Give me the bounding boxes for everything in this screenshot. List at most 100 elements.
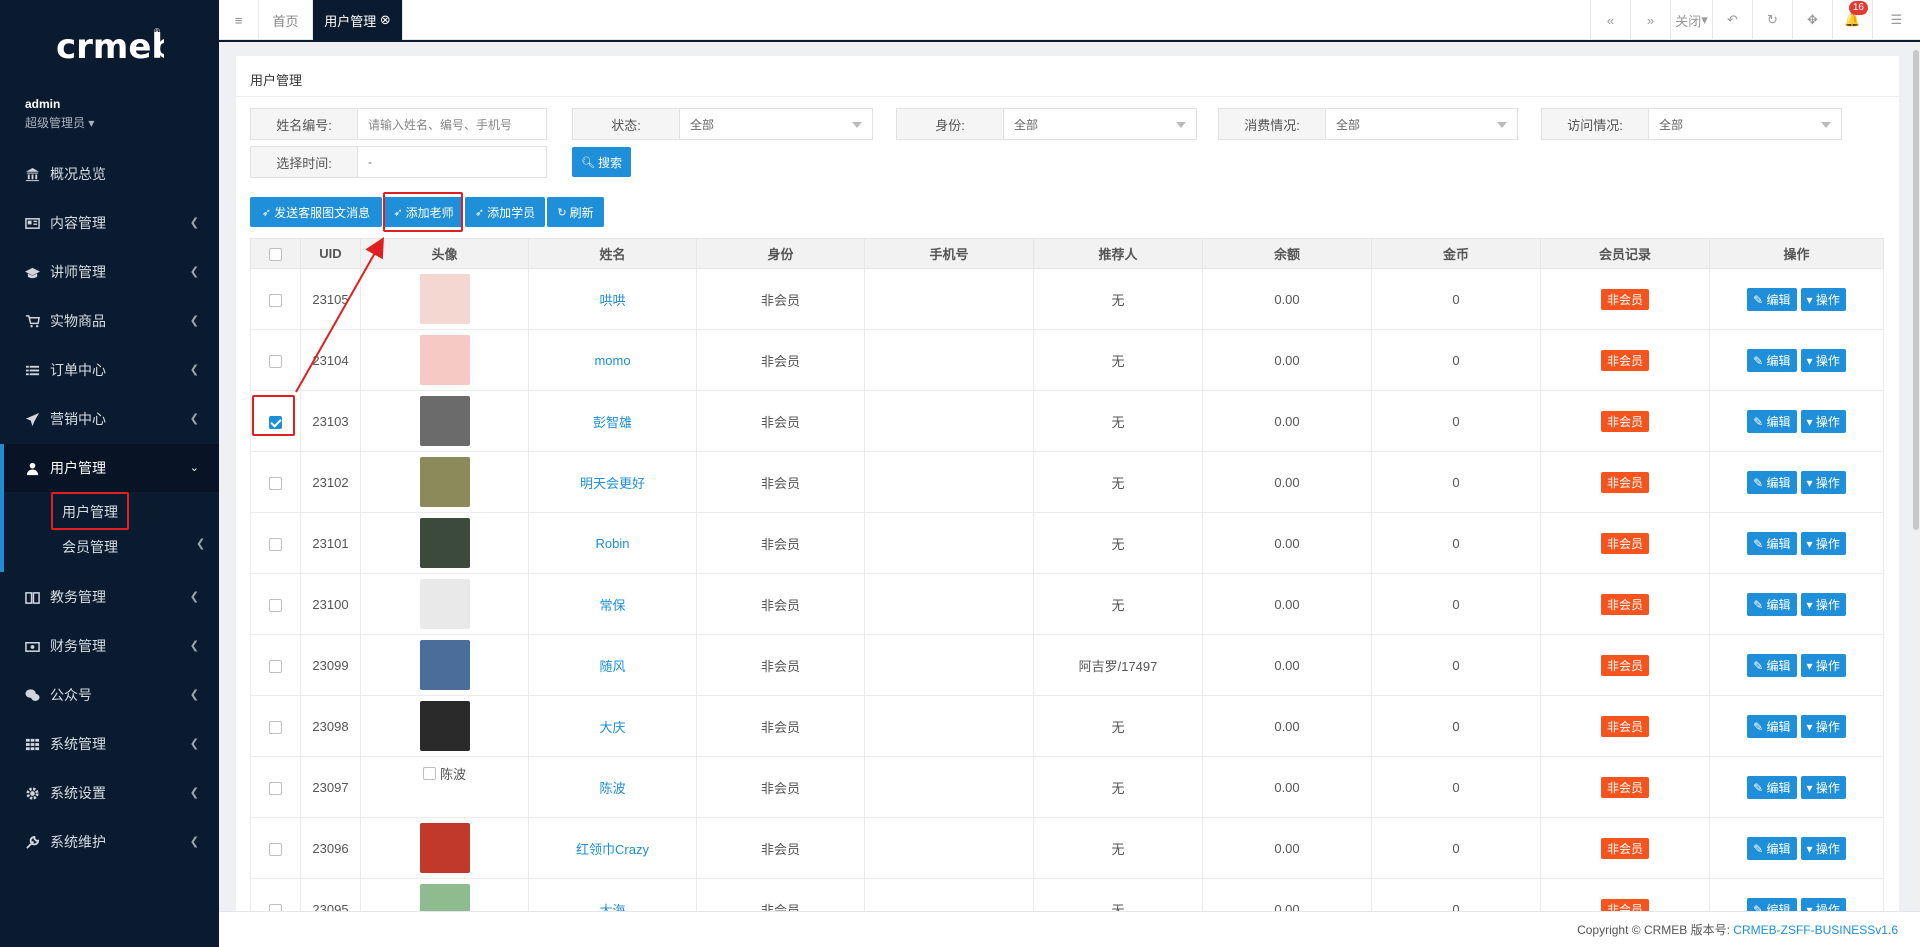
sidebar-item-goods[interactable]: 实物商品 ❮	[0, 297, 219, 345]
send-message-button[interactable]: ➶ 发送客服图文消息	[250, 197, 382, 227]
sidebar-item-content[interactable]: 内容管理 ❮	[0, 199, 219, 247]
edit-button[interactable]: ✎ 编辑	[1747, 653, 1797, 677]
refresh-icon: ↻	[557, 206, 567, 219]
identity-cell: 非会员	[696, 695, 865, 757]
select-cell[interactable]	[250, 634, 301, 696]
select-all-checkbox[interactable]	[269, 248, 282, 262]
sidebar-item-settings[interactable]: 系统设置 ❮	[0, 769, 219, 817]
time-range-input[interactable]: -	[358, 146, 547, 178]
sidebar-item-system-manage[interactable]: 系统管理 ❮	[0, 720, 219, 768]
referrer-cell: 无	[1033, 573, 1203, 635]
user-role-dropdown[interactable]: 超级管理员 ▾	[25, 114, 94, 131]
row-checkbox[interactable]	[269, 537, 282, 551]
select-cell[interactable]	[250, 573, 301, 635]
refresh-button[interactable]: ↻ 刷新	[547, 197, 604, 227]
consume-select[interactable]: 全部	[1326, 108, 1518, 140]
menu-toggle-icon[interactable]: ≡	[219, 0, 259, 40]
row-checkbox[interactable]	[269, 842, 282, 856]
name-link[interactable]: momo	[528, 329, 697, 391]
edit-button[interactable]: ✎ 编辑	[1747, 531, 1797, 555]
visit-select[interactable]: 全部	[1649, 108, 1842, 140]
edit-button[interactable]: ✎ 编辑	[1747, 836, 1797, 860]
name-link[interactable]: 陈波	[528, 756, 697, 818]
row-checkbox[interactable]	[269, 659, 282, 673]
refresh-icon[interactable]: ↻	[1752, 0, 1792, 40]
edit-button[interactable]: ✎ 编辑	[1747, 470, 1797, 494]
edit-button[interactable]: ✎ 编辑	[1747, 592, 1797, 616]
action-dropdown-button[interactable]: ▾ 操作	[1800, 775, 1846, 799]
name-link[interactable]: 常保	[528, 573, 697, 635]
close-tab-icon[interactable]: ⊗	[380, 12, 391, 28]
select-cell[interactable]	[250, 695, 301, 757]
action-dropdown-button[interactable]: ▾ 操作	[1800, 714, 1846, 738]
row-checkbox[interactable]	[269, 354, 282, 368]
select-cell[interactable]	[250, 817, 301, 879]
scroll-right-icon[interactable]: »	[1630, 0, 1670, 40]
tab-label: 首页	[272, 13, 299, 29]
sidebar-item-finance[interactable]: 财务管理 ❮	[0, 622, 219, 670]
name-link[interactable]: Robin	[528, 512, 697, 574]
action-dropdown-button[interactable]: ▾ 操作	[1800, 592, 1846, 616]
action-dropdown-button[interactable]: ▾ 操作	[1800, 836, 1846, 860]
select-cell[interactable]	[250, 512, 301, 574]
actions-cell: ✎ 编辑 ▾ 操作	[1709, 695, 1884, 757]
select-cell[interactable]	[250, 329, 301, 391]
fullscreen-icon[interactable]: ✥	[1792, 0, 1832, 40]
name-link[interactable]: 彭智雄	[528, 390, 697, 452]
sidebar-item-users[interactable]: 用户管理 ⌄	[0, 444, 219, 492]
status-select[interactable]: 全部	[680, 108, 873, 140]
sidebar-item-teachers[interactable]: 讲师管理 ❮	[0, 248, 219, 296]
identity-select[interactable]: 全部	[1004, 108, 1197, 140]
sidebar-item-wechat[interactable]: 公众号 ❮	[0, 671, 219, 719]
select-cell[interactable]	[250, 756, 301, 818]
member-status-badge: 非会员	[1600, 715, 1649, 737]
select-all-cell[interactable]	[250, 238, 301, 269]
settings-menu-icon[interactable]: ☰	[1872, 0, 1920, 40]
tab-home[interactable]: 首页	[259, 0, 313, 40]
notification-bell-icon[interactable]: 🔔 16	[1832, 0, 1872, 40]
action-dropdown-button[interactable]: ▾ 操作	[1800, 409, 1846, 433]
consume-filter-label: 消费情况:	[1218, 108, 1326, 140]
name-link[interactable]: 哄哄	[528, 268, 697, 330]
edit-button[interactable]: ✎ 编辑	[1747, 714, 1797, 738]
name-link[interactable]: 随风	[528, 634, 697, 696]
scroll-left-icon[interactable]: «	[1590, 0, 1630, 40]
name-search-input[interactable]: 请输入姓名、编号、手机号	[358, 108, 547, 140]
back-icon[interactable]: ↶	[1712, 0, 1752, 40]
select-cell[interactable]	[250, 268, 301, 330]
row-checkbox[interactable]	[269, 781, 282, 795]
balance-cell: 0.00	[1202, 390, 1372, 452]
action-dropdown-button[interactable]: ▾ 操作	[1800, 287, 1846, 311]
row-checkbox[interactable]	[269, 598, 282, 612]
balance-cell: 0.00	[1202, 756, 1372, 818]
scrollbar-thumb[interactable]	[1913, 50, 1919, 530]
name-link[interactable]: 大庆	[528, 695, 697, 757]
name-link[interactable]: 明天会更好	[528, 451, 697, 513]
version-link[interactable]: CRMEB-ZSFF-BUSINESSv1.6	[1733, 923, 1898, 937]
edit-button[interactable]: ✎ 编辑	[1747, 775, 1797, 799]
add-student-button[interactable]: ➶ 添加学员	[465, 197, 545, 227]
name-link[interactable]: 红领巾Crazy	[528, 817, 697, 879]
row-checkbox[interactable]	[269, 293, 282, 307]
action-dropdown-button[interactable]: ▾ 操作	[1800, 348, 1846, 372]
row-checkbox[interactable]	[269, 476, 282, 490]
tab-user-management[interactable]: 用户管理 ⊗	[313, 0, 403, 40]
close-dropdown[interactable]: 关闭 ▾	[1670, 0, 1712, 40]
select-cell[interactable]	[250, 451, 301, 513]
action-dropdown-button[interactable]: ▾ 操作	[1800, 531, 1846, 555]
row-checkbox[interactable]	[269, 720, 282, 734]
sidebar-item-overview[interactable]: 概况总览	[0, 150, 219, 198]
sidebar-item-maintenance[interactable]: 系统维护 ❮	[0, 818, 219, 866]
sidebar-item-marketing[interactable]: 营销中心 ❮	[0, 395, 219, 443]
edit-button[interactable]: ✎ 编辑	[1747, 348, 1797, 372]
book-icon	[24, 589, 40, 605]
avatar	[419, 518, 470, 568]
search-button[interactable]: 🔍︎ 搜索	[572, 147, 631, 177]
action-dropdown-button[interactable]: ▾ 操作	[1800, 653, 1846, 677]
edit-button[interactable]: ✎ 编辑	[1747, 287, 1797, 311]
sidebar-item-academic[interactable]: 教务管理 ❮	[0, 573, 219, 621]
action-dropdown-button[interactable]: ▾ 操作	[1800, 470, 1846, 494]
sidebar-item-orders[interactable]: 订单中心 ❮	[0, 346, 219, 394]
edit-button[interactable]: ✎ 编辑	[1747, 409, 1797, 433]
subnav-member-management[interactable]: 会员管理 ❮	[62, 537, 205, 557]
